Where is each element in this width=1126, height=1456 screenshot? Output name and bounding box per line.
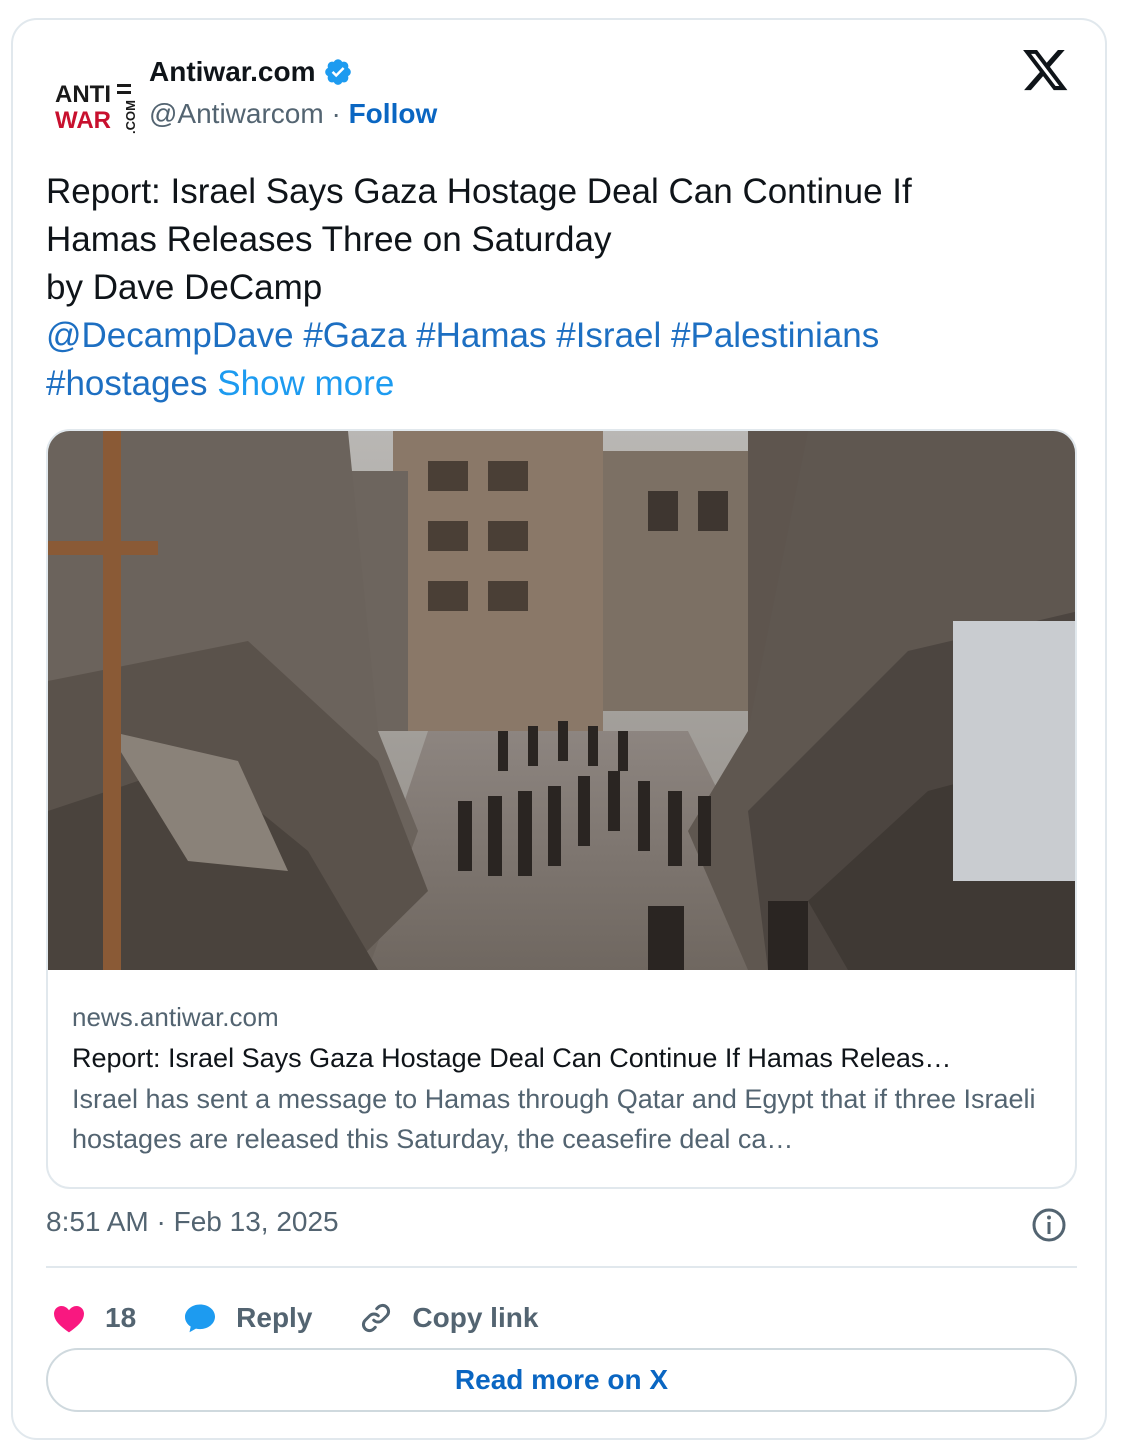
like-count: 18 bbox=[105, 1302, 137, 1333]
article-photo[interactable] bbox=[48, 431, 1077, 970]
heart-icon bbox=[54, 1306, 84, 1333]
account-name[interactable]: Antiwar.com bbox=[149, 56, 315, 88]
hashtag-hamas[interactable]: #Hamas bbox=[416, 316, 546, 355]
account-name-row: Antiwar.com bbox=[149, 56, 353, 88]
link-icon bbox=[362, 1304, 391, 1332]
link-description: Israel has sent a message to Hamas throu… bbox=[72, 1084, 1036, 1154]
reply-label: Reply bbox=[236, 1302, 313, 1333]
tweet-tags-line: #hostages Show more bbox=[46, 360, 1076, 408]
copy-link-label: Copy link bbox=[412, 1302, 539, 1333]
tweet-line: Report: Israel Says Gaza Hostage Deal Ca… bbox=[46, 172, 912, 211]
action-bar: 18 Reply Copy link bbox=[51, 1288, 584, 1348]
hashtag-gaza[interactable]: #Gaza bbox=[303, 316, 406, 355]
svg-text:ANTI: ANTI bbox=[55, 81, 111, 108]
link-title[interactable]: Report: Israel Says Gaza Hostage Deal Ca… bbox=[72, 1037, 1057, 1079]
reply-button[interactable]: Reply bbox=[182, 1300, 312, 1336]
hashtag-hostages[interactable]: #hostages bbox=[46, 364, 208, 403]
tweet-line: by Dave DeCamp bbox=[46, 268, 323, 307]
like-button[interactable]: 18 bbox=[51, 1300, 136, 1336]
account-handle[interactable]: @Antiwarcom bbox=[149, 98, 324, 129]
x-logo-icon[interactable] bbox=[1023, 50, 1069, 92]
link-preview-card[interactable]: news.antiwar.com Report: Israel Says Gaz… bbox=[46, 429, 1077, 1189]
tweet-tags-line: @DecampDave #Gaza #Hamas #Israel #Palest… bbox=[46, 312, 1076, 360]
show-more-link[interactable]: Show more bbox=[217, 364, 394, 403]
tweet-text: Report: Israel Says Gaza Hostage Deal Ca… bbox=[46, 168, 1076, 408]
verified-badge-icon bbox=[325, 59, 352, 85]
antiwar-avatar[interactable]: ANTI WAR .COM bbox=[51, 62, 141, 152]
separator: · bbox=[331, 98, 341, 129]
read-more-on-x-button[interactable]: Read more on X bbox=[46, 1348, 1077, 1412]
hashtag-palestinians[interactable]: #Palestinians bbox=[671, 316, 879, 355]
svg-text:.COM: .COM bbox=[123, 100, 138, 134]
tweet-timestamp[interactable]: 8:51 AM · Feb 13, 2025 bbox=[46, 1206, 339, 1238]
divider bbox=[46, 1266, 1077, 1268]
svg-text:WAR: WAR bbox=[55, 107, 111, 134]
hashtag-israel[interactable]: #Israel bbox=[556, 316, 661, 355]
tweet-embed-card: ANTI WAR .COM Antiwar.com @Antiwarcom · … bbox=[11, 18, 1107, 1440]
follow-button[interactable]: Follow bbox=[349, 98, 438, 129]
info-icon[interactable] bbox=[1031, 1207, 1067, 1243]
account-handle-row: @Antiwarcom · Follow bbox=[149, 98, 437, 130]
link-domain: news.antiwar.com bbox=[72, 1002, 279, 1032]
reply-bubble-icon bbox=[185, 1304, 216, 1333]
mention-link[interactable]: @DecampDave bbox=[46, 316, 294, 355]
link-preview-meta: news.antiwar.com Report: Israel Says Gaz… bbox=[72, 997, 1057, 1159]
copy-link-button[interactable]: Copy link bbox=[358, 1300, 538, 1336]
tweet-line: Hamas Releases Three on Saturday bbox=[46, 220, 612, 259]
